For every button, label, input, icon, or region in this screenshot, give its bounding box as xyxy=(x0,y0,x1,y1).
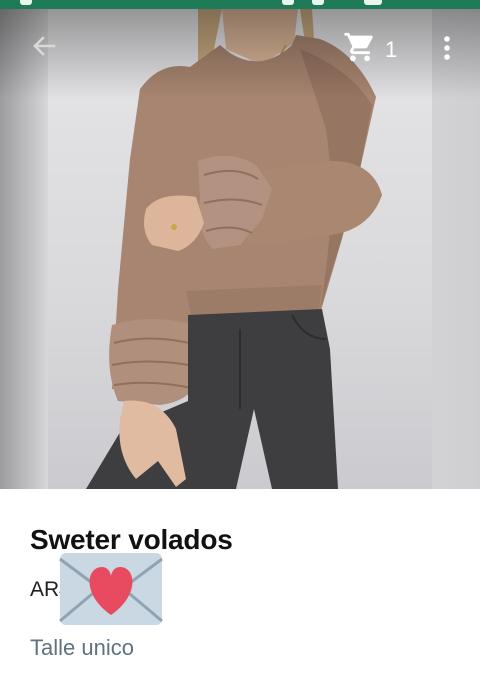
back-button[interactable] xyxy=(26,30,60,64)
toolbar: 1 xyxy=(0,24,480,80)
status-icon xyxy=(364,0,382,5)
product-variant: Talle unico xyxy=(30,635,134,660)
love-letter-emoji xyxy=(59,553,163,625)
cart-button[interactable]: 1 xyxy=(343,30,405,64)
product-info: Sweter volados AR$ 1.800 Talle unico xyxy=(0,489,480,675)
shopping-cart-icon xyxy=(344,32,373,62)
arrow-back-icon xyxy=(33,36,56,56)
status-icon xyxy=(20,0,32,5)
status-icon xyxy=(312,0,324,5)
product-image[interactable] xyxy=(0,9,480,489)
status-icon xyxy=(282,0,294,5)
cart-count: 1 xyxy=(385,37,398,62)
overflow-menu-button[interactable] xyxy=(436,30,458,64)
more-vert-icon xyxy=(444,36,450,60)
status-bar xyxy=(0,0,480,9)
